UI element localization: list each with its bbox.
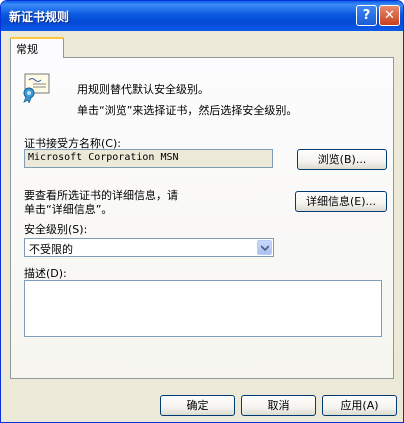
security-level-value: 不受限的	[29, 243, 73, 256]
dialog-body: 常规 用规则替代默认安全级别。 单击“浏览”来选择证书，然后选择安全级别。 证书…	[4, 31, 400, 419]
title-bar[interactable]: 新证书规则 ? ✕	[1, 1, 403, 31]
description-box[interactable]	[24, 280, 382, 337]
certificate-icon	[23, 73, 50, 103]
window-title: 新证书规则	[9, 10, 70, 24]
close-icon: ✕	[384, 8, 395, 23]
intro-line-2: 单击“浏览”来选择证书，然后选择安全级别。	[77, 104, 298, 117]
security-level-select[interactable]: 不受限的	[24, 238, 274, 257]
subject-name-field: Microsoft Corporation MSN	[24, 149, 273, 168]
help-icon: ?	[362, 8, 371, 23]
details-hint-line-2: 单击“详细信息”。	[24, 203, 113, 216]
details-button[interactable]: 详细信息(E)...	[295, 191, 387, 212]
apply-button[interactable]: 应用(A)	[322, 395, 397, 416]
ok-button[interactable]: 确定	[160, 395, 235, 416]
cancel-button[interactable]: 取消	[241, 395, 316, 416]
apply-button-label: 应用(A)	[340, 399, 379, 412]
close-button[interactable]: ✕	[379, 5, 400, 26]
tab-general[interactable]: 常规	[10, 37, 64, 58]
help-button[interactable]: ?	[356, 5, 377, 26]
cancel-button-label: 取消	[267, 399, 290, 412]
security-level-label: 安全级别(S):	[24, 223, 88, 236]
intro-line-1: 用规则替代默认安全级别。	[77, 83, 209, 96]
ok-button-label: 确定	[186, 399, 209, 412]
dropdown-arrow[interactable]	[257, 240, 272, 255]
chevron-down-icon	[261, 245, 269, 251]
browse-button-label: 浏览(B)...	[317, 153, 367, 166]
tab-general-label: 常规	[16, 43, 38, 56]
dialog-window: 新证书规则 ? ✕ 常规 用规则替代默认安全级别。 单击“浏览”来选择证书，然后…	[0, 0, 404, 423]
details-button-label: 详细信息(E)...	[305, 195, 377, 208]
subject-name-value: Microsoft Corporation MSN	[28, 152, 179, 163]
browse-button[interactable]: 浏览(B)...	[297, 149, 387, 170]
description-label: 描述(D):	[24, 267, 67, 280]
